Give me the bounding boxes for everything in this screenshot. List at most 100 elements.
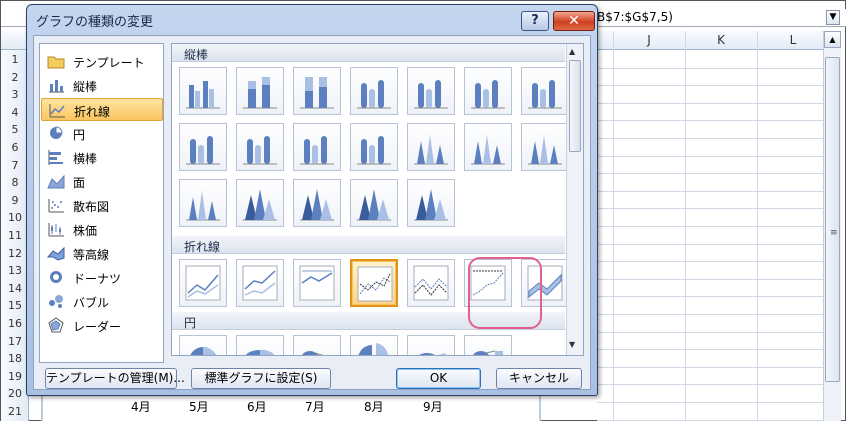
scroll-up-icon[interactable]: ▲ bbox=[824, 31, 841, 48]
set-default-chart-button[interactable]: 標準グラフに設定(S) bbox=[191, 368, 331, 389]
chart-subtype-thumbnail[interactable] bbox=[293, 67, 341, 115]
chart-subtype-thumbnail[interactable] bbox=[236, 335, 284, 355]
category-item[interactable]: 等高線 bbox=[41, 242, 163, 265]
row-header-label[interactable]: 9 bbox=[1, 194, 29, 207]
chart-subtype-thumbnail[interactable] bbox=[236, 259, 284, 307]
cancel-button[interactable]: キャンセル bbox=[496, 368, 582, 389]
chart-subtype-thumbnail[interactable] bbox=[179, 67, 227, 115]
chart-subtype-thumbnail[interactable] bbox=[407, 67, 455, 115]
chart-subtype-thumbnail[interactable] bbox=[407, 259, 455, 307]
chart-subtype-thumbnail[interactable] bbox=[464, 67, 512, 115]
chart-subtype-thumbnail[interactable] bbox=[407, 123, 455, 171]
vertical-scrollbar[interactable]: ▲ ≡ bbox=[823, 31, 841, 421]
chart-subtype-thumbnail[interactable] bbox=[179, 335, 227, 355]
formula-text: B$7:$G$7,5) bbox=[597, 10, 673, 24]
column-header-j[interactable]: J bbox=[613, 33, 685, 47]
category-item[interactable]: 縦棒 bbox=[41, 74, 163, 97]
row-header-label[interactable]: 15 bbox=[1, 299, 29, 312]
manage-templates-button[interactable]: テンプレートの管理(M)... bbox=[45, 368, 185, 389]
chart-subtype-icon bbox=[357, 80, 391, 109]
formula-expand-button[interactable]: ▼ bbox=[826, 10, 840, 25]
chart-subtype-thumbnail[interactable] bbox=[293, 123, 341, 171]
row-header-label[interactable]: 21 bbox=[1, 405, 29, 418]
chart-subtype-icon bbox=[414, 189, 448, 221]
row-header-label[interactable]: 5 bbox=[1, 123, 29, 136]
chart-category-list[interactable]: テンプレート縦棒 折れ線円横棒面散布図 株価 等高線 ドーナツ バブル レーダー bbox=[39, 43, 164, 363]
category-item[interactable]: 円 bbox=[41, 122, 163, 145]
dialog-titlebar[interactable]: グラフの種類の変更 ? ✕ bbox=[27, 5, 597, 34]
row-header-label[interactable]: 4 bbox=[1, 106, 29, 119]
scroll-up-icon[interactable]: ▲ bbox=[569, 47, 575, 56]
row-header-label[interactable]: 13 bbox=[1, 264, 29, 277]
category-item[interactable]: レーダー bbox=[41, 314, 163, 337]
chart-subtype-thumbnail[interactable] bbox=[350, 335, 398, 355]
category-item[interactable]: バブル bbox=[41, 290, 163, 313]
bubble-chart-icon bbox=[47, 293, 65, 309]
row-header-label[interactable]: 3 bbox=[1, 88, 29, 101]
chart-subtype-icon bbox=[300, 189, 334, 221]
chart-subtype-thumbnail[interactable] bbox=[350, 259, 398, 307]
category-label: テンプレート bbox=[73, 56, 145, 70]
category-label: 円 bbox=[73, 128, 86, 142]
chart-subtype-icon bbox=[358, 343, 388, 355]
chart-subtype-thumbnail[interactable] bbox=[464, 123, 512, 171]
chart-subtype-thumbnail[interactable] bbox=[407, 335, 455, 355]
row-header-label[interactable]: 19 bbox=[1, 370, 29, 383]
ok-button[interactable]: OK bbox=[396, 368, 481, 389]
chart-subtype-icon bbox=[300, 77, 334, 109]
category-item[interactable]: 面 bbox=[41, 170, 163, 193]
row-header-label[interactable]: 20 bbox=[1, 387, 29, 400]
group-label: 円 bbox=[184, 316, 197, 330]
chart-subtype-thumbnail[interactable] bbox=[293, 179, 341, 227]
row-header-label[interactable]: 18 bbox=[1, 352, 29, 365]
row-header-label[interactable]: 14 bbox=[1, 282, 29, 295]
chart-subtype-thumbnail[interactable] bbox=[179, 123, 227, 171]
chart-subtype-thumbnail[interactable] bbox=[293, 335, 341, 355]
row-header-label[interactable]: 16 bbox=[1, 317, 29, 330]
row-header-label[interactable]: 10 bbox=[1, 211, 29, 224]
category-item[interactable]: 株価 bbox=[41, 218, 163, 241]
scroll-down-icon[interactable]: ▼ bbox=[569, 340, 575, 349]
chart-subtype-thumbnail[interactable] bbox=[350, 179, 398, 227]
chart-subtype-thumbnail[interactable] bbox=[236, 67, 284, 115]
chart-subtype-thumbnail[interactable] bbox=[236, 179, 284, 227]
row-header-label[interactable]: 8 bbox=[1, 176, 29, 189]
row-header-label[interactable]: 12 bbox=[1, 247, 29, 260]
row-header-label[interactable]: 1 bbox=[1, 53, 29, 66]
scroll-thumb[interactable] bbox=[569, 60, 581, 152]
close-button[interactable]: ✕ bbox=[553, 11, 595, 31]
row-header-label[interactable]: 17 bbox=[1, 335, 29, 348]
chart-subtype-thumbnail[interactable] bbox=[521, 123, 569, 171]
row-header-label[interactable]: 7 bbox=[1, 159, 29, 172]
chart-subtype-icon bbox=[245, 350, 275, 355]
column-header-k[interactable]: K bbox=[685, 33, 757, 47]
chart-subtype-icon bbox=[413, 265, 449, 301]
chart-subtype-thumbnail[interactable] bbox=[350, 123, 398, 171]
embedded-chart[interactable] bbox=[41, 394, 541, 421]
chart-subtype-icon bbox=[528, 135, 562, 165]
chart-subtype-thumbnail[interactable] bbox=[407, 179, 455, 227]
chart-subtype-thumbnail[interactable] bbox=[521, 67, 569, 115]
category-item[interactable]: ドーナツ bbox=[41, 266, 163, 289]
gallery-scrollbar[interactable]: ▲ ▼ bbox=[566, 44, 583, 355]
category-item[interactable]: 散布図 bbox=[41, 194, 163, 217]
column-header-l[interactable]: L bbox=[757, 33, 829, 47]
row-header-label[interactable]: 6 bbox=[1, 141, 29, 154]
row-header-label[interactable]: 2 bbox=[1, 71, 29, 84]
chart-subtype-thumbnail[interactable] bbox=[350, 67, 398, 115]
help-button[interactable]: ? bbox=[521, 11, 549, 31]
chart-subtype-thumbnail[interactable] bbox=[179, 179, 227, 227]
category-item[interactable]: 横棒 bbox=[41, 146, 163, 169]
chart-subtype-thumbnail[interactable] bbox=[464, 335, 512, 355]
chart-subtype-thumbnail[interactable] bbox=[293, 259, 341, 307]
chart-type-gallery[interactable]: 縦棒 折れ線 円 ▲ ▼ bbox=[171, 43, 584, 356]
chart-subtype-icon bbox=[471, 80, 505, 109]
group-header-line: 折れ線 bbox=[172, 236, 565, 254]
category-item[interactable]: 折れ線 bbox=[41, 98, 163, 121]
scroll-thumb[interactable]: ≡ bbox=[825, 57, 840, 382]
chart-subtype-thumbnail[interactable] bbox=[179, 259, 227, 307]
chart-subtype-thumbnail[interactable] bbox=[236, 123, 284, 171]
category-label: 面 bbox=[73, 176, 86, 190]
row-header-label[interactable]: 11 bbox=[1, 229, 29, 242]
category-item[interactable]: テンプレート bbox=[41, 50, 163, 73]
